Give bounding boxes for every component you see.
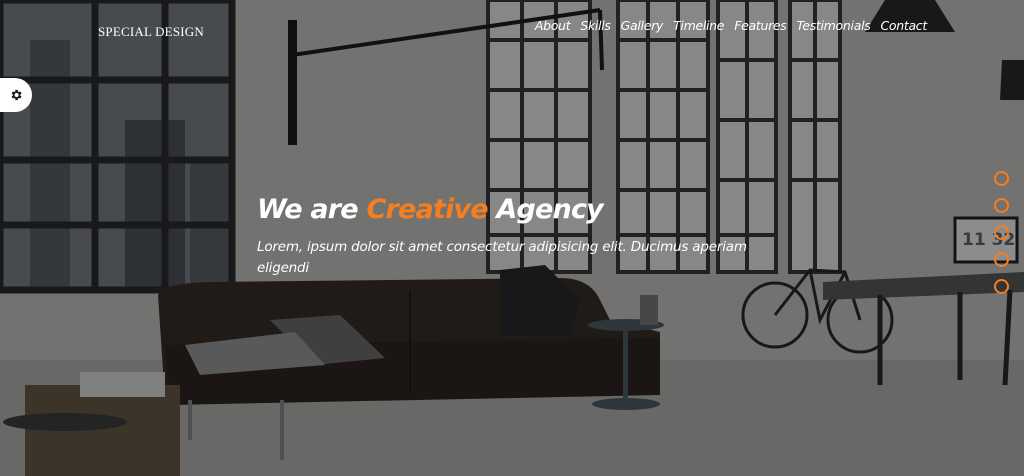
- nav-link-features[interactable]: Features: [734, 18, 787, 33]
- main-nav: About Skills Gallery Timeline Features T…: [535, 18, 927, 33]
- hero-section: 11 32 SPECIAL DESIGN About Skills Galler…: [0, 0, 1024, 476]
- gear-icon: [11, 89, 22, 101]
- hero-title-accent: Creative: [366, 194, 488, 225]
- nav-link-timeline[interactable]: Timeline: [673, 18, 724, 33]
- site-logo[interactable]: SPECIAL DESIGN: [98, 24, 204, 40]
- nav-link-gallery[interactable]: Gallery: [621, 18, 664, 33]
- nav-link-testimonials[interactable]: Testimonials: [797, 18, 871, 33]
- slider-bullet[interactable]: [994, 252, 1009, 267]
- slider-bullet[interactable]: [994, 225, 1009, 240]
- hero-title-end: Agency: [496, 194, 603, 225]
- nav-link-skills[interactable]: Skills: [580, 18, 611, 33]
- nav-link-about[interactable]: About: [535, 18, 571, 33]
- slider-bullets: [994, 171, 1009, 294]
- nav-link-contact[interactable]: Contact: [880, 18, 927, 33]
- hero-subtitle: Lorem, ipsum dolor sit amet consectetur …: [257, 239, 747, 276]
- slider-bullet[interactable]: [994, 279, 1009, 294]
- hero-title-start: We are: [257, 194, 359, 225]
- hero-title: We are Creative Agency: [257, 194, 604, 225]
- slider-bullet[interactable]: [994, 198, 1009, 213]
- slider-bullet[interactable]: [994, 171, 1009, 186]
